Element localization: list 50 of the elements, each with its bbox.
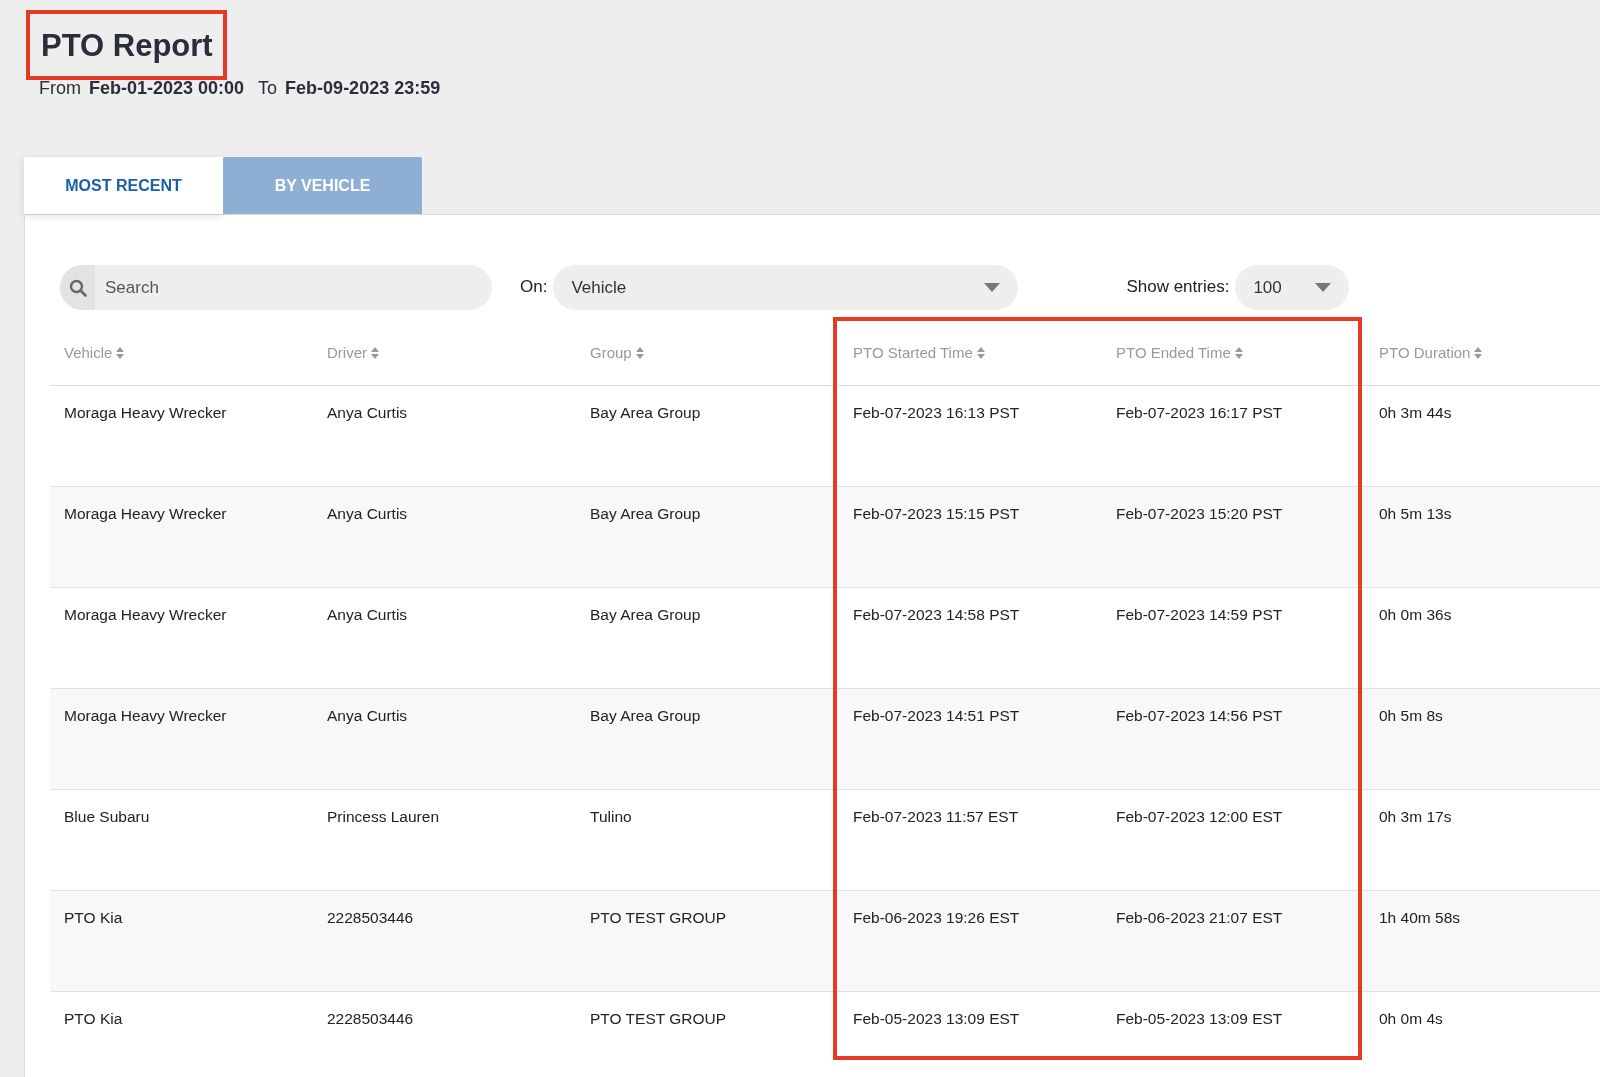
table-cell: Feb-07-2023 14:51 PST <box>839 689 1102 790</box>
caret-icon <box>1315 283 1332 292</box>
table-cell: PTO TEST GROUP <box>576 992 839 1077</box>
table-cell: 1h 40m 58s <box>1365 891 1600 992</box>
table-cell: Bay Area Group <box>576 689 839 790</box>
table-cell: 2228503446 <box>313 992 576 1077</box>
table-cell: PTO Kia <box>50 992 313 1077</box>
sort-icon <box>116 346 125 359</box>
entries-label: Show entries: <box>1126 276 1230 297</box>
tab[interactable]: MOST RECENT <box>24 157 223 214</box>
table-cell: PTO TEST GROUP <box>576 891 839 992</box>
table-cell: 0h 5m 13s <box>1365 487 1600 588</box>
to-date: Feb-09-2023 23:59 <box>285 78 441 99</box>
sort-icon <box>371 346 379 359</box>
column-header[interactable]: PTO Duration <box>1365 320 1600 386</box>
table-cell: Feb-07-2023 14:56 PST <box>1102 689 1365 790</box>
tab[interactable]: BY VEHICLE <box>223 157 422 214</box>
column-header[interactable]: Group <box>576 320 839 386</box>
entries-dropdown[interactable]: 100 <box>1235 265 1350 310</box>
from-label: From <box>39 78 81 99</box>
column-header[interactable]: PTO Ended Time <box>1102 320 1365 386</box>
table-cell: 2228503446 <box>313 891 576 992</box>
table-cell: 0h 5m 8s <box>1365 689 1600 790</box>
table-cell: Bay Area Group <box>576 487 839 588</box>
table-cell: Feb-05-2023 13:09 EST <box>1102 992 1365 1077</box>
table-cell: Anya Curtis <box>313 487 576 588</box>
search-field[interactable]: Search <box>60 265 492 310</box>
sort-icon <box>1474 346 1483 359</box>
table-cell: Feb-06-2023 21:07 EST <box>1102 891 1365 992</box>
filter-dropdown[interactable]: Vehicle <box>553 265 1019 310</box>
table-cell: Feb-07-2023 15:20 PST <box>1102 487 1365 588</box>
column-header[interactable]: PTO Started Time <box>839 320 1102 386</box>
table-cell: Feb-07-2023 15:15 PST <box>839 487 1102 588</box>
table-cell: Feb-06-2023 19:26 EST <box>839 891 1102 992</box>
table-cell: Moraga Heavy Wrecker <box>50 689 313 790</box>
column-header[interactable]: Vehicle <box>50 320 313 386</box>
filter-label: On: <box>520 276 548 297</box>
sort-icon <box>635 346 644 359</box>
table-cell: Anya Curtis <box>313 689 576 790</box>
to-label: To <box>258 78 278 99</box>
table-cell: PTO Kia <box>50 891 313 992</box>
caret-icon <box>984 283 1001 292</box>
table-cell: 0h 0m 4s <box>1365 992 1600 1077</box>
from-date: Feb-01-2023 00:00 <box>89 78 245 99</box>
column-header[interactable]: Driver <box>313 320 576 386</box>
table-cell: Moraga Heavy Wrecker <box>50 487 313 588</box>
table-cell: Feb-05-2023 13:09 EST <box>839 992 1102 1077</box>
sort-icon <box>976 346 985 359</box>
sort-icon <box>1234 346 1243 359</box>
page-title: PTO Report <box>26 10 227 80</box>
